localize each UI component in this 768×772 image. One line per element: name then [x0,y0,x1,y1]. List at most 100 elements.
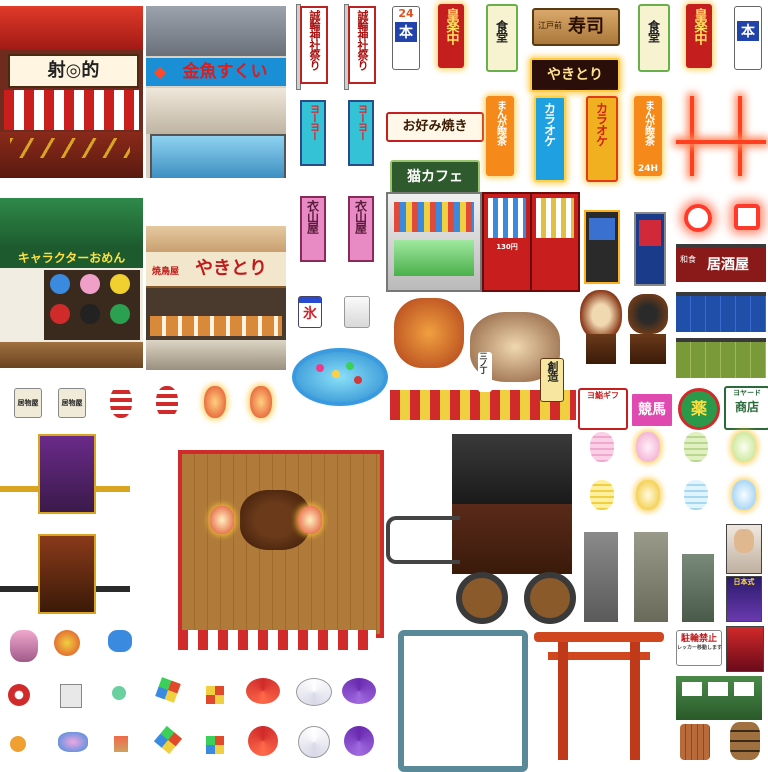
shrine-banner-2-text: 誠輪神社祭り [356,10,369,70]
goldfish-shelf [146,88,286,134]
manga-cafe-sign-2-text: まんが喫茶 [642,100,654,145]
mask-counter [0,342,143,368]
no-parking-sign: 駐輪禁止 レッカー移動します [676,630,722,666]
pink-lantern-lit [636,432,660,462]
yakiniku-text: ヨ鮨ギフ [587,391,619,400]
kusuri-sign: 薬 [678,388,720,430]
goldfish-scooping-stall[interactable]: ◆ 金魚すくい [146,6,286,178]
vending-1-price: 130円 [496,243,518,251]
blue-noren [676,292,766,332]
neon-tube-vertical-1 [690,96,694,176]
pinwheel-icon-2 [206,686,224,704]
blue-lantern [684,480,708,510]
poster-fireworks: 日本式 [726,576,762,622]
torii-pillar-left [558,642,568,760]
yakitori-stall[interactable]: 焼鳥屋 やきとり [146,226,286,370]
shrine-banner-1: 誠輪神社祭り [300,6,328,84]
mikoshi-shrine-1 [0,430,130,520]
torii-gate [534,628,664,762]
poster-face [734,529,754,553]
goldfish-sign-text: 金魚すくい [182,62,268,82]
stone-lantern-1 [584,532,618,622]
pink-lantern [590,432,614,462]
manga-cafe-sign-1: まんが喫茶 [486,96,514,176]
neko-cafe-sign: 猫カフェ [390,160,480,194]
shoten-top-text: ヨヤード [733,389,761,397]
sushi-small-text: 江戸前 [538,21,562,30]
mask-display [44,270,140,340]
nebuta-oni [394,298,464,368]
kaishu-sign-3: 皇楽中 [686,4,712,68]
purple-umbrella-icon-1 [342,678,376,704]
drink-shelf [386,192,482,292]
convenience-hon-text-2: 本 [741,24,755,40]
white-umbrella-icon-2 [298,726,330,758]
okonomiyaki-text: お好み焼き [402,119,468,134]
mask-icon-6 [110,304,130,324]
nebuta-side-label: 三ノ丁 [478,352,492,392]
cart-roof [452,434,572,504]
poster-festival [726,626,764,672]
mask-icon-1 [50,274,70,294]
blue-lantern-lit [732,480,756,510]
yoyo-banner-2-text: ヨーヨー [355,104,367,140]
kinuya-banner-1: 衣山屋 [300,196,326,262]
manga-cafe-sign-2: まんが喫茶 24H [634,96,662,176]
uchiwa-fan-icon [54,630,80,656]
izakaya-small-text: 和食 [680,255,696,264]
stage-lantern-2 [298,506,322,534]
pinwheel-icon-3 [153,725,183,755]
neon-tube-vertical-2 [738,96,742,176]
taiko-drum-2 [628,294,668,334]
yatai-cart[interactable] [386,430,576,626]
pinwheel-icon-4 [206,736,224,754]
manga-24h-text: 24H [637,164,659,174]
ice-cream-icon [114,736,128,752]
blank-paper [344,296,370,328]
yoyo-banner-2: ヨーヨー [348,100,374,166]
cart-wheel-2 [524,572,576,624]
vending-2-display [536,198,574,238]
drink-shelf-bottles [394,202,474,232]
taiko-drum-1-stand [586,334,616,364]
purple-umbrella-icon-2 [344,726,374,756]
keiba-text: 競馬 [638,402,666,418]
kinuya-banner-1-text: 衣山屋 [305,200,320,233]
nebuta-side-text: 三ノ丁 [479,352,488,373]
kinuya-banner-2-text: 衣山屋 [353,200,368,233]
yoyo-balloon-3 [346,362,354,370]
atm-machine-2[interactable] [634,212,666,286]
goldfish-fish-icon: ◆ [154,62,167,81]
atm-machine-1[interactable] [584,210,620,284]
shooting-gallery-stall[interactable]: 射◎的 [0,6,143,178]
nebuta-label-text: 創造 [546,361,559,381]
drink-shelf-cooler [394,240,474,276]
goldfish-awning [146,6,286,56]
yakitori-neon-sign: やきとり [530,58,620,92]
vending-machine-2[interactable] [530,192,580,292]
recycle-bins [676,676,762,720]
kinuya-banner-2: 衣山屋 [348,196,374,262]
yoyo-balloon-4 [354,376,362,384]
convenience-24-text: 24 [398,7,414,20]
neon-tube-horizontal [676,140,766,144]
convenience-sign: 24 本 [392,6,420,70]
mask-icon-2 [80,274,100,294]
wand-icon [10,736,26,752]
yakitori-neon-text: やきとり [547,67,603,83]
green-lantern-lit [732,432,756,462]
green-noren [676,338,766,378]
yakitori-sign: 焼鳥屋 やきとり [146,252,286,288]
vending-1-display [488,198,526,238]
shooting-sign: 射◎的 [8,54,139,88]
karaoke-sign-2-text: カラオケ [594,102,609,146]
karaoke-sign-1-text: カラオケ [542,102,557,146]
taiko-drum-2-stand [630,334,666,364]
vending-machine-1[interactable]: 130円 [482,192,532,292]
shokudo-sign-2: 食堂 [638,4,670,72]
sushi-sign: 江戸前 寿司 [532,8,620,46]
ice-flag: 氷 [298,296,322,328]
taiko-drum-1 [580,290,622,340]
omiyage-2-text: 居物屋 [61,399,83,407]
character-mask-stall[interactable]: キャラクターおめん [0,198,143,368]
